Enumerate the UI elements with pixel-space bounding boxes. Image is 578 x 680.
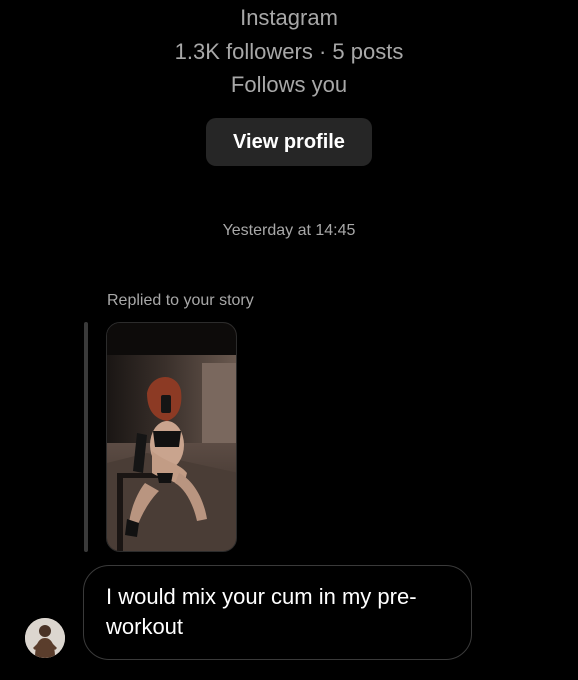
replied-to-story-label: Replied to your story <box>107 292 254 309</box>
story-thumbnail[interactable] <box>106 322 237 552</box>
view-profile-button[interactable]: View profile <box>206 118 372 166</box>
message-timestamp: Yesterday at 14:45 <box>222 222 356 239</box>
follows-you-label: Follows you <box>230 72 348 97</box>
story-image <box>107 323 236 551</box>
message-bubble[interactable]: I would mix your cum in my pre-workout <box>83 565 472 660</box>
reply-indicator-bar <box>84 322 88 552</box>
profile-source-label: Instagram <box>240 5 338 30</box>
sender-avatar[interactable] <box>25 618 65 658</box>
profile-stats: 1.3K followers · 5 posts <box>174 39 404 64</box>
avatar-image <box>25 618 65 658</box>
